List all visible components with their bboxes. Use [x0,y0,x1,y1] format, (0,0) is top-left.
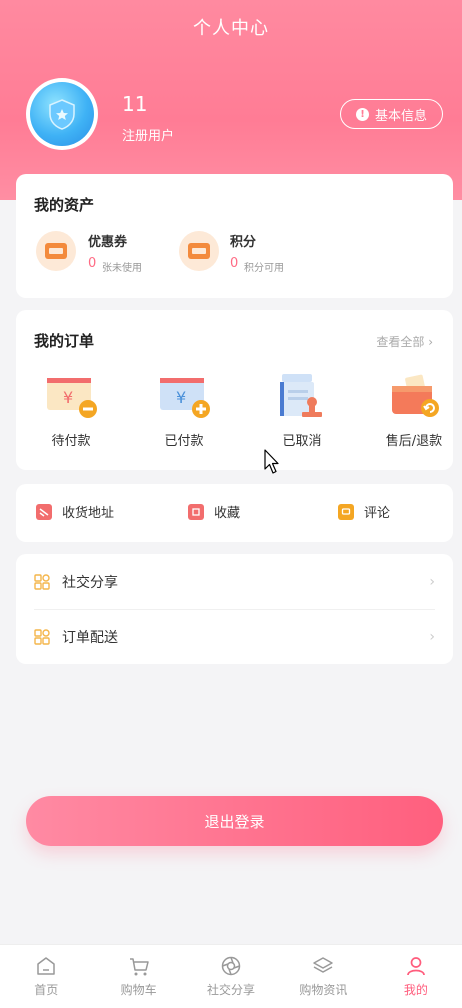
assets-card: 我的资产 优惠券 0 张未使用 积分 0 积分可用 [16,174,453,298]
asset-coupon-value: 0 [88,256,97,271]
wallet-icon [179,231,219,271]
cart-icon [129,958,149,976]
address-button[interactable]: 收货地址 [36,502,114,521]
cancelled-stamp-icon [272,372,332,422]
after-sales-icon [384,372,444,422]
tools-card: 收货地址 收藏 评论 [16,484,453,542]
asset-coupon-name: 优惠券 [88,235,128,250]
asset-points-value: 0 [230,256,239,271]
pending-payment-icon: ¥ [41,372,101,422]
aperture-icon [221,956,241,976]
mouse-cursor-icon [264,449,279,474]
order-cancelled[interactable]: 已取消 [262,372,342,449]
tab-shopping-news[interactable]: 购物资讯 [277,945,369,1008]
comments-label: 评论 [364,506,391,521]
svg-text:¥: ¥ [176,388,186,407]
tab-label: 我的 [403,983,428,997]
asset-points-sub: 积分可用 [244,263,284,274]
layers-icon [313,957,334,973]
tab-cart[interactable]: 购物车 [92,945,184,1008]
order-pending-payment[interactable]: ¥ 待付款 [31,372,111,449]
favorites-label: 收藏 [214,506,241,521]
menu-item-social-share[interactable]: 社交分享 › [16,554,453,609]
favorites-icon [188,503,204,520]
order-paid[interactable]: ¥ 已付款 [144,372,224,449]
menu-item-order-delivery[interactable]: 订单配送 › [16,609,453,664]
tab-social-share[interactable]: 社交分享 [185,945,277,1008]
favorites-button[interactable]: 收藏 [188,502,240,521]
orders-title: 我的订单 [34,332,95,350]
exclamation-icon: ! [355,107,369,121]
address-icon [36,503,52,520]
chevron-right-icon: › [429,573,435,590]
page-title: 个人中心 [193,18,269,39]
address-label: 收货地址 [62,506,115,521]
orders-card: 我的订单 查看全部 › ¥ 待付款 ¥ 已付款 已取消 售后/退款 [16,310,453,470]
basic-info-label: 基本信息 [374,108,427,124]
tab-mine[interactable]: 我的 [370,945,462,1008]
tab-label: 购物车 [120,983,157,997]
avatar[interactable] [26,78,98,150]
comments-button[interactable]: 评论 [338,502,390,521]
tab-label: 首页 [34,983,59,997]
order-after-sales[interactable]: 售后/退款 [374,372,454,449]
tab-home[interactable]: 首页 [0,945,92,1008]
order-label: 售后/退款 [385,434,443,449]
order-label: 已付款 [164,434,204,449]
tab-label: 购物资讯 [299,983,348,997]
user-role: 注册用户 [122,129,175,144]
view-all-orders-link[interactable]: 查看全部 › [376,333,433,350]
shield-avatar-icon [30,82,94,146]
grid-icon [34,573,50,590]
view-all-label: 查看全部 [376,335,425,349]
order-label: 待付款 [51,434,91,449]
paid-icon: ¥ [154,372,214,422]
menu-item-label: 社交分享 [62,574,118,591]
assets-title: 我的资产 [34,196,95,214]
tab-label: 社交分享 [207,983,256,997]
order-label: 已取消 [282,434,322,449]
grid-icon [34,628,50,645]
menu-item-label: 订单配送 [62,629,118,646]
chevron-right-icon: › [428,335,433,349]
home-icon [37,957,55,975]
basic-info-button[interactable]: ! 基本信息 [340,99,443,129]
logout-button[interactable]: 退出登录 [26,796,443,846]
asset-points-name: 积分 [230,235,257,250]
svg-text:¥: ¥ [63,388,73,407]
menu-card: 社交分享 › 订单配送 › [16,554,453,664]
asset-coupon-sub: 张未使用 [102,263,142,274]
chevron-right-icon: › [429,628,435,645]
comment-icon [338,503,354,520]
wallet-icon [36,231,76,271]
user-icon [406,957,425,976]
bottom-tabbar: 首页 购物车 社交分享 购物资讯 我的 [0,944,462,1008]
user-name: 11 [122,92,148,116]
